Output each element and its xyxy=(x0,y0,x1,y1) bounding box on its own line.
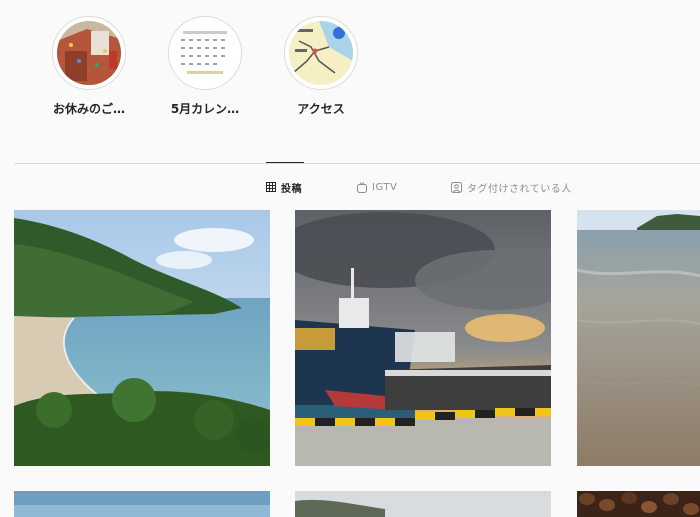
calendar-thumbnail xyxy=(173,21,237,85)
tab-posts-label: 投稿 xyxy=(281,183,302,195)
highlight-label: お休みのご… xyxy=(52,102,125,116)
highlight-label: アクセス xyxy=(297,102,345,116)
sea-sky-photo xyxy=(14,491,270,517)
active-tab-indicator xyxy=(266,162,304,163)
tagged-icon xyxy=(451,181,462,193)
highlight-ring xyxy=(168,16,242,90)
tab-posts[interactable]: 投稿 xyxy=(266,180,302,195)
highlight-ring xyxy=(284,16,358,90)
post-tile-sea-sky[interactable] xyxy=(14,491,270,517)
igtv-icon xyxy=(357,181,367,193)
post-tile-sandy-shore[interactable] xyxy=(577,210,700,466)
highlight-item-calendar[interactable]: 5月カレン… xyxy=(167,16,243,116)
tab-tagged[interactable]: タグ付けされている人 xyxy=(451,180,572,195)
coffee-beans-photo xyxy=(577,491,700,517)
grid-icon xyxy=(266,182,276,192)
hill-photo xyxy=(295,491,551,517)
coastal-bay-photo xyxy=(14,210,270,466)
climbing-wall-thumbnail xyxy=(57,21,121,85)
post-tile-harbor-ship[interactable] xyxy=(295,210,551,466)
tab-igtv[interactable]: IGTV xyxy=(357,180,397,194)
highlight-item-access[interactable]: アクセス xyxy=(283,16,359,116)
highlight-item-holiday[interactable]: お休みのご… xyxy=(51,16,127,116)
highlight-label: 5月カレン… xyxy=(170,102,240,116)
tab-igtv-label: IGTV xyxy=(372,181,398,193)
tab-tagged-label: タグ付けされている人 xyxy=(467,183,572,195)
harbor-ship-sunset-photo xyxy=(295,210,551,466)
map-thumbnail xyxy=(289,21,353,85)
sandy-shore-photo xyxy=(577,210,700,466)
post-tile-hill[interactable] xyxy=(295,491,551,517)
post-tile-coastal-bay[interactable] xyxy=(14,210,270,466)
profile-tabs-divider xyxy=(14,163,700,164)
post-tile-coffee-beans[interactable] xyxy=(577,491,700,517)
highlight-ring xyxy=(52,16,126,90)
